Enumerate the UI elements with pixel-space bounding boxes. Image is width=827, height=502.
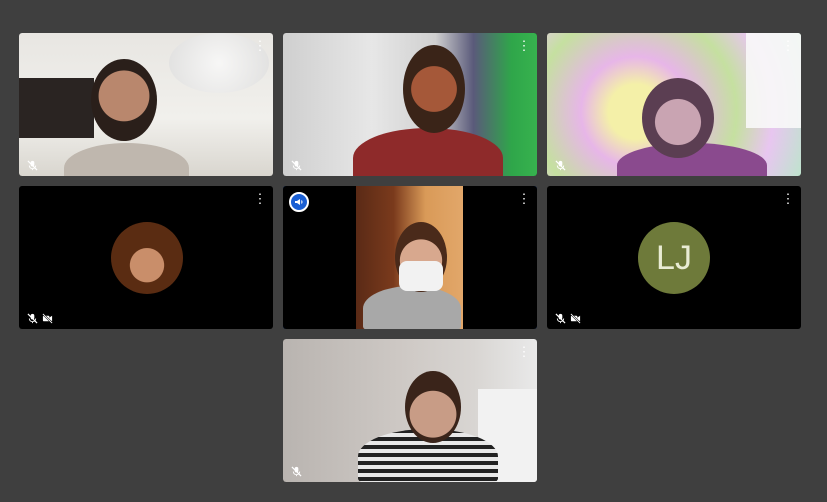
participant-tile-1[interactable]: ⋮	[19, 33, 273, 176]
participant-video-3	[547, 33, 801, 176]
participant-video-1	[19, 33, 273, 176]
status-icons	[27, 313, 53, 324]
mic-off-icon	[291, 466, 302, 477]
participant-tile-6[interactable]: LJ ⋮	[547, 186, 801, 329]
status-icons	[27, 160, 38, 171]
participant-initials-avatar: LJ	[638, 222, 710, 294]
speaker-highlight-icon	[289, 192, 309, 212]
status-icons	[555, 313, 581, 324]
participant-tile-4[interactable]: ⋮	[19, 186, 273, 329]
more-options-icon[interactable]: ⋮	[781, 192, 795, 206]
participant-video-7	[283, 339, 537, 482]
mic-off-icon	[291, 160, 302, 171]
more-options-icon[interactable]: ⋮	[253, 192, 267, 206]
status-icons	[291, 466, 302, 477]
more-options-icon[interactable]: ⋮	[517, 192, 531, 206]
camera-off-icon	[570, 313, 581, 324]
mic-off-icon	[27, 160, 38, 171]
more-options-icon[interactable]: ⋮	[517, 39, 531, 53]
mic-off-icon	[555, 160, 566, 171]
participant-avatar-photo	[111, 222, 183, 294]
more-options-icon[interactable]: ⋮	[781, 39, 795, 53]
status-icons	[291, 160, 302, 171]
mic-off-icon	[27, 313, 38, 324]
camera-off-icon	[42, 313, 53, 324]
more-options-icon[interactable]: ⋮	[517, 345, 531, 359]
status-icons	[555, 160, 566, 171]
participant-tile-5[interactable]: ⋮	[283, 186, 537, 329]
more-options-icon[interactable]: ⋮	[253, 39, 267, 53]
mic-off-icon	[555, 313, 566, 324]
participant-video-5	[283, 186, 537, 329]
participant-tile-3[interactable]: ⋮	[547, 33, 801, 176]
participant-video-2	[283, 33, 537, 176]
participant-tile-2[interactable]: ⋮	[283, 33, 537, 176]
participant-tile-7[interactable]: ⋮	[283, 339, 537, 482]
